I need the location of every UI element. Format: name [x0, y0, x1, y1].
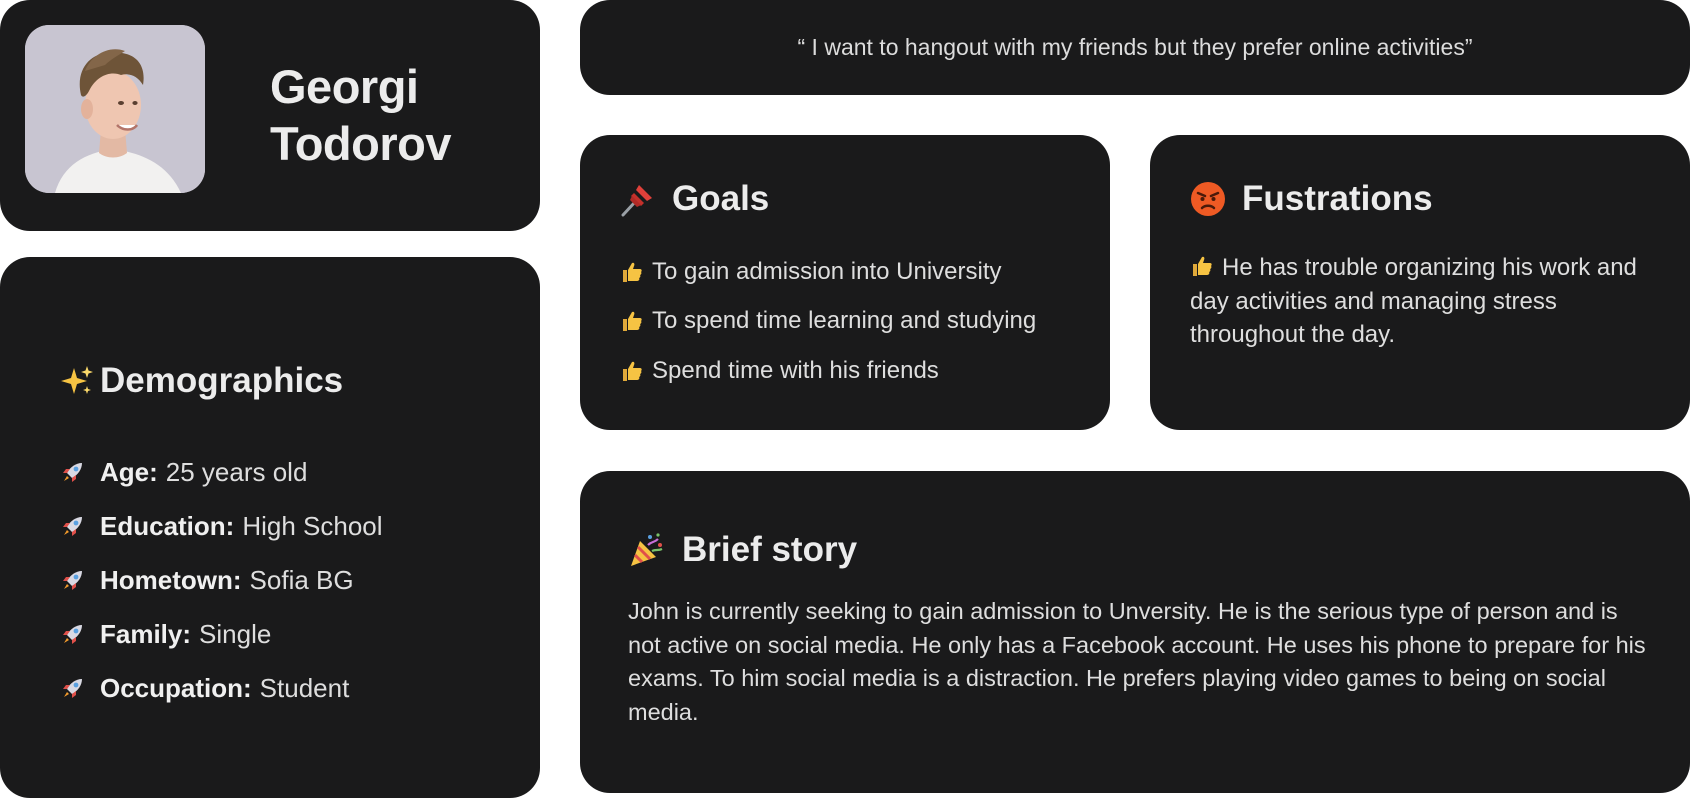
goal-text: Spend time with his friends	[652, 356, 939, 384]
goals-list: To gain admission into University To spe…	[620, 247, 1036, 396]
demographics-title: Demographics	[100, 361, 344, 400]
frustrations-text: He has trouble organizing his work and d…	[1190, 254, 1637, 348]
goal-text: To spend time learning and studying	[652, 307, 1037, 335]
goal-text: To gain admission into University	[652, 257, 1002, 285]
quote-card: “ I want to hangout with my friends but …	[580, 0, 1690, 95]
hometown-label: Hometown:	[100, 564, 242, 595]
goals-title: Goals	[672, 179, 770, 218]
hometown-value: Sofia BG	[249, 564, 354, 595]
goals-heading: Goals	[620, 179, 769, 219]
angry-face-icon	[1190, 181, 1226, 217]
list-item: Age: 25 years old	[60, 445, 383, 499]
frustrations-heading: Fustrations	[1190, 179, 1433, 219]
sparkles-icon	[60, 364, 100, 398]
first-name: Georgi	[270, 60, 419, 113]
list-item: Occupation: Student	[60, 661, 383, 715]
thumbs-up-icon	[620, 359, 652, 383]
list-item: Hometown: Sofia BG	[60, 553, 383, 607]
goals-card: Goals To gain admission into University …	[580, 135, 1110, 430]
education-value: High School	[242, 510, 383, 541]
rocket-icon	[60, 513, 100, 539]
rocket-icon	[60, 567, 100, 593]
thumbs-up-icon	[620, 309, 652, 333]
story-text: John is currently seeking to gain admiss…	[628, 598, 1646, 725]
rocket-icon	[60, 675, 100, 701]
age-value: 25 years old	[165, 456, 308, 487]
party-popper-icon	[628, 531, 666, 569]
demographics-card: Demographics Age: 25 years old Education…	[0, 257, 540, 798]
story-card: Brief story John is currently seeking to…	[580, 471, 1690, 793]
thumbs-up-icon	[1190, 254, 1222, 278]
rocket-icon	[60, 459, 100, 485]
family-label: Family:	[100, 618, 192, 649]
list-item: Education: High School	[60, 499, 383, 553]
profile-card: Georgi Todorov	[0, 0, 540, 231]
avatar-image	[25, 25, 205, 193]
list-item: To spend time learning and studying	[620, 297, 1036, 347]
list-item: Family: Single	[60, 607, 383, 661]
thumbs-up-icon	[620, 260, 652, 284]
persona-name: Georgi Todorov	[270, 58, 452, 172]
demographics-list: Age: 25 years old Education: High School…	[60, 445, 383, 715]
demographics-heading: Demographics	[60, 361, 343, 401]
rocket-icon	[60, 621, 100, 647]
persona-quote: “ I want to hangout with my friends but …	[797, 34, 1473, 60]
last-name: Todorov	[270, 117, 452, 170]
occupation-value: Student	[259, 672, 350, 703]
education-label: Education:	[100, 510, 235, 541]
pushpin-icon	[620, 181, 656, 217]
story-title: Brief story	[682, 530, 858, 569]
avatar	[25, 25, 205, 193]
frustrations-title: Fustrations	[1242, 179, 1433, 218]
occupation-label: Occupation:	[100, 672, 252, 703]
frustrations-card: Fustrations He has trouble organizing hi…	[1150, 135, 1690, 430]
list-item: Spend time with his friends	[620, 346, 1036, 396]
frustrations-text-block: He has trouble organizing his work and d…	[1190, 251, 1660, 352]
age-label: Age:	[100, 456, 158, 487]
family-value: Single	[199, 618, 272, 649]
list-item: To gain admission into University	[620, 247, 1036, 297]
story-heading: Brief story	[628, 530, 857, 570]
